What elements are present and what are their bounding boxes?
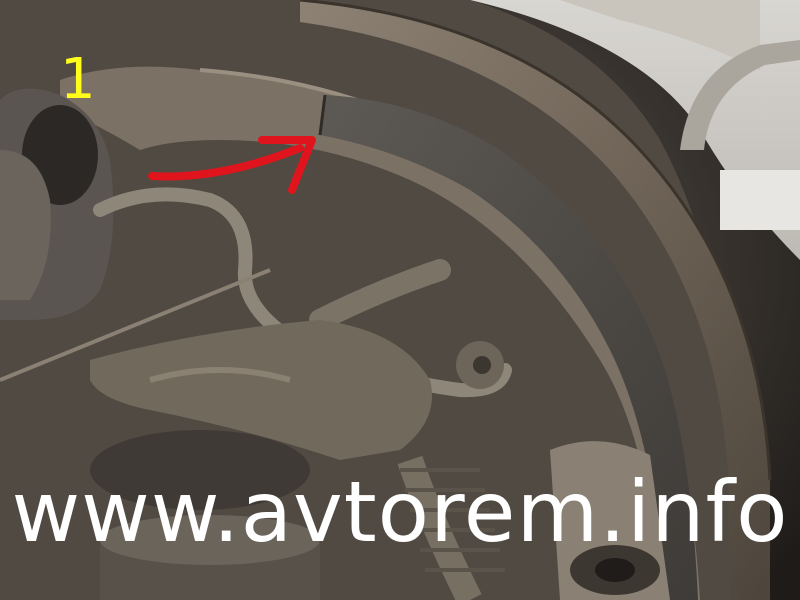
watermark-url: www.avtorem.info — [11, 463, 789, 561]
callout-number-label: 1 — [60, 47, 96, 112]
photo-stage: 1 www.avtorem.info — [0, 0, 800, 600]
